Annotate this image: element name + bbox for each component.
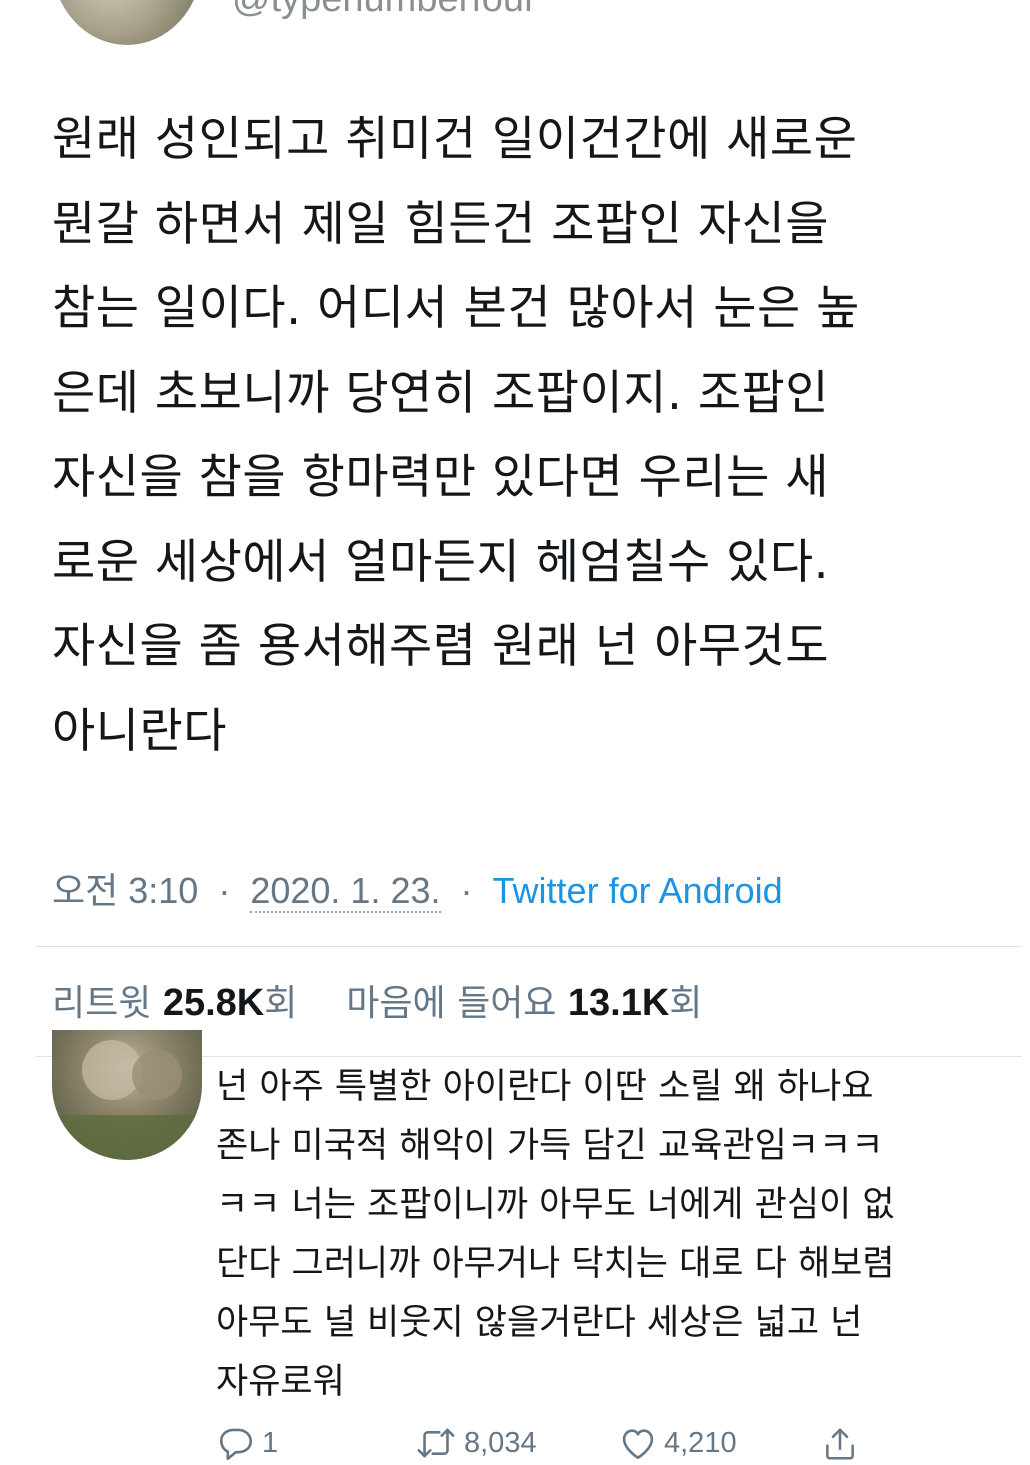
reply-icon [216, 1425, 256, 1461]
retweet-count: 25.8K [162, 982, 265, 1024]
tweet-time: 오전 3:10 [52, 870, 199, 911]
tweet-source-link[interactable]: Twitter for Android [493, 870, 783, 911]
tweet-date[interactable]: 2020. 1. 23. [250, 870, 441, 913]
like-button[interactable]: 4,210 [618, 1425, 737, 1461]
meta-separator: · [460, 870, 473, 911]
retweet-action-count: 8,034 [464, 1426, 537, 1459]
like-label: 마음에 들어요 [346, 983, 557, 1024]
divider [36, 946, 1022, 947]
reply-count: 1 [262, 1426, 279, 1459]
reply-button[interactable]: 1 [216, 1425, 278, 1461]
reply-action-bar: 1 8,034 4,210 [0, 1425, 1030, 1465]
reply-text: 넌 아주 특별한 아이란다 이딴 소릴 왜 하나요 존나 미국적 해악이 가득 … [216, 1067, 895, 1402]
like-count: 13.1K [567, 982, 670, 1024]
likes-stat[interactable]: 마음에 들어요 13.1K회 [346, 982, 703, 1024]
share-button[interactable] [820, 1425, 860, 1463]
retweet-suffix: 회 [264, 983, 298, 1024]
tweet-text: 원래 성인되고 취미건 일이건간에 새로운 뭔갈 하면서 제일 힘든건 조팝인 … [52, 112, 860, 759]
share-icon [820, 1425, 860, 1463]
retweet-label: 리트윗 [52, 983, 152, 1024]
reply-author-avatar[interactable] [52, 1030, 202, 1160]
heart-icon [618, 1425, 658, 1461]
tweet-stats: 리트윗 25.8K회 마음에 들어요 13.1K회 [52, 974, 702, 1026]
author-avatar[interactable] [52, 0, 202, 45]
retweet-icon [414, 1425, 458, 1461]
retweet-button[interactable]: 8,034 [414, 1425, 537, 1461]
author-handle[interactable]: @typenumberfour [232, 0, 537, 21]
tweet-meta: 오전 3:10 · 2020. 1. 23. · Twitter for And… [52, 862, 783, 914]
like-suffix: 회 [669, 983, 703, 1024]
meta-separator: · [218, 870, 231, 911]
like-action-count: 4,210 [664, 1426, 737, 1459]
retweets-stat[interactable]: 리트윗 25.8K회 [52, 982, 309, 1024]
